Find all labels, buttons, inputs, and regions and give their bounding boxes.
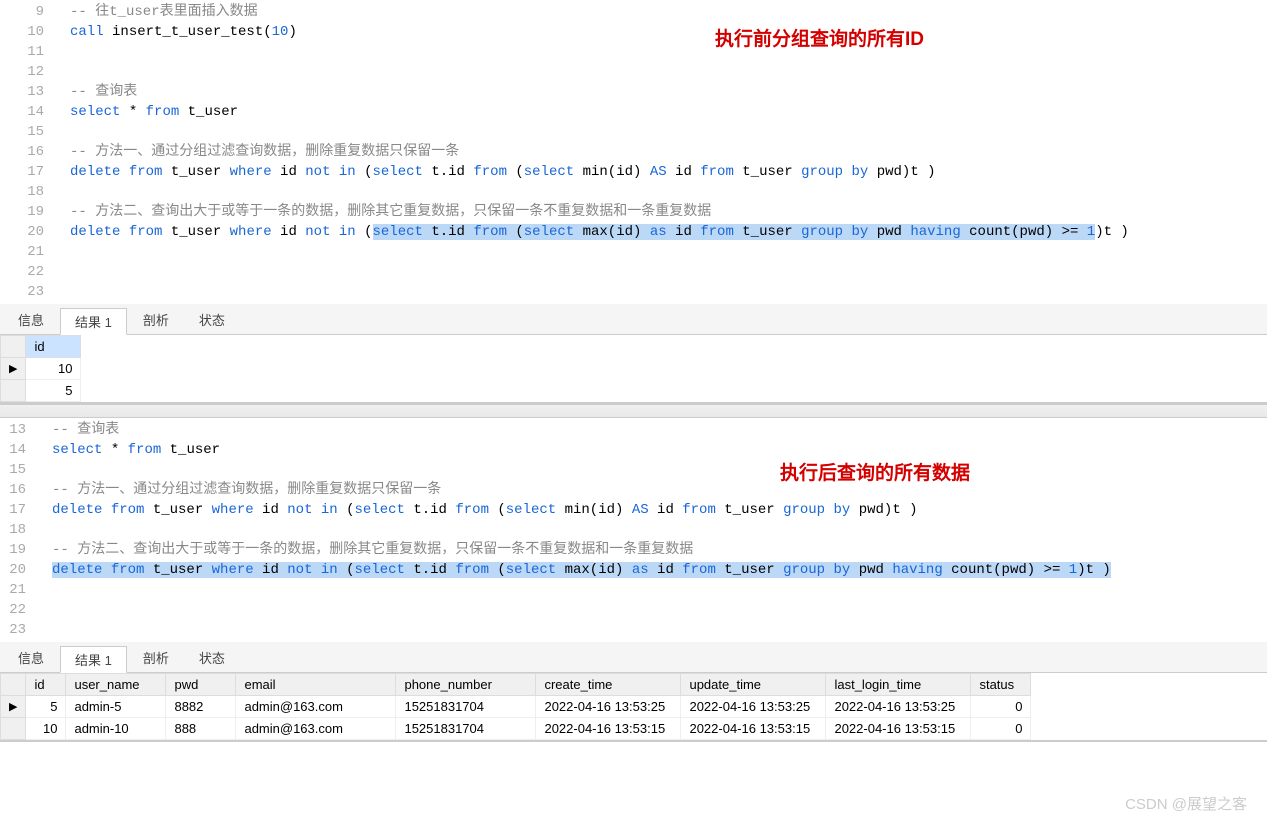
line-number: 14 [0, 440, 42, 460]
tab-status[interactable]: 状态 [185, 645, 239, 672]
table-row: 5 [1, 380, 81, 402]
tab-profile[interactable]: 剖析 [129, 307, 183, 334]
tab-result[interactable]: 结果 1 [60, 646, 127, 673]
column-header[interactable]: status [971, 674, 1031, 696]
result-grid-bottom[interactable]: id user_name pwd email phone_number crea… [0, 673, 1267, 741]
column-header[interactable]: last_login_time [826, 674, 971, 696]
tab-status[interactable]: 状态 [185, 307, 239, 334]
line-number: 23 [0, 282, 60, 302]
tab-profile[interactable]: 剖析 [129, 645, 183, 672]
line-number: 10 [0, 22, 60, 42]
column-header[interactable]: phone_number [396, 674, 536, 696]
column-header[interactable]: update_time [681, 674, 826, 696]
tab-info[interactable]: 信息 [4, 645, 58, 672]
result-grid-top[interactable]: id ▶10 5 [0, 335, 1267, 403]
annotation-after: 执行后查询的所有数据 [780, 458, 970, 485]
bottom-panel: 执行后查询的所有数据 13-- 查询表 14select * from t_us… [0, 418, 1267, 742]
line-number: 13 [0, 420, 42, 440]
line-number: 20 [0, 560, 42, 580]
line-number: 20 [0, 222, 60, 242]
top-panel: 执行前分组查询的所有ID 9-- 往t_user表里面插入数据 10call i… [0, 0, 1267, 404]
line-number: 22 [0, 600, 42, 620]
tab-info[interactable]: 信息 [4, 307, 58, 334]
column-header[interactable]: pwd [166, 674, 236, 696]
line-number: 21 [0, 242, 60, 262]
table-row: ▶10 [1, 358, 81, 380]
row-pointer-icon: ▶ [1, 358, 26, 380]
line-number: 16 [0, 142, 60, 162]
line-number: 21 [0, 580, 42, 600]
line-number: 15 [0, 122, 60, 142]
line-number: 22 [0, 262, 60, 282]
line-number: 14 [0, 102, 60, 122]
watermark: CSDN @展望之客 [1125, 793, 1247, 814]
result-tabs-bottom: 信息 结果 1 剖析 状态 [0, 642, 1267, 673]
line-number: 18 [0, 182, 60, 202]
line-number: 19 [0, 202, 60, 222]
line-number: 18 [0, 520, 42, 540]
panel-divider[interactable] [0, 404, 1267, 418]
line-number: 23 [0, 620, 42, 640]
annotation-before: 执行前分组查询的所有ID [715, 24, 924, 51]
line-number: 12 [0, 62, 60, 82]
column-header[interactable]: email [236, 674, 396, 696]
line-number: 17 [0, 162, 60, 182]
column-header[interactable]: user_name [66, 674, 166, 696]
line-number: 15 [0, 460, 42, 480]
line-number: 19 [0, 540, 42, 560]
table-row: 10 admin-10 888 admin@163.com 1525183170… [1, 718, 1031, 740]
row-pointer-icon: ▶ [1, 696, 26, 718]
result-tabs-top: 信息 结果 1 剖析 状态 [0, 304, 1267, 335]
line-number: 17 [0, 500, 42, 520]
line-number: 16 [0, 480, 42, 500]
line-number: 9 [0, 2, 60, 22]
sql-editor-top[interactable]: 9-- 往t_user表里面插入数据 10call insert_t_user_… [0, 0, 1267, 304]
tab-result[interactable]: 结果 1 [60, 308, 127, 335]
column-header[interactable]: create_time [536, 674, 681, 696]
column-header[interactable]: id [26, 674, 66, 696]
sql-editor-bottom[interactable]: 13-- 查询表 14select * from t_user 15 16-- … [0, 418, 1267, 642]
column-header-id[interactable]: id [26, 336, 81, 358]
line-number: 11 [0, 42, 60, 62]
table-row: ▶ 5 admin-5 8882 admin@163.com 152518317… [1, 696, 1031, 718]
line-number: 13 [0, 82, 60, 102]
